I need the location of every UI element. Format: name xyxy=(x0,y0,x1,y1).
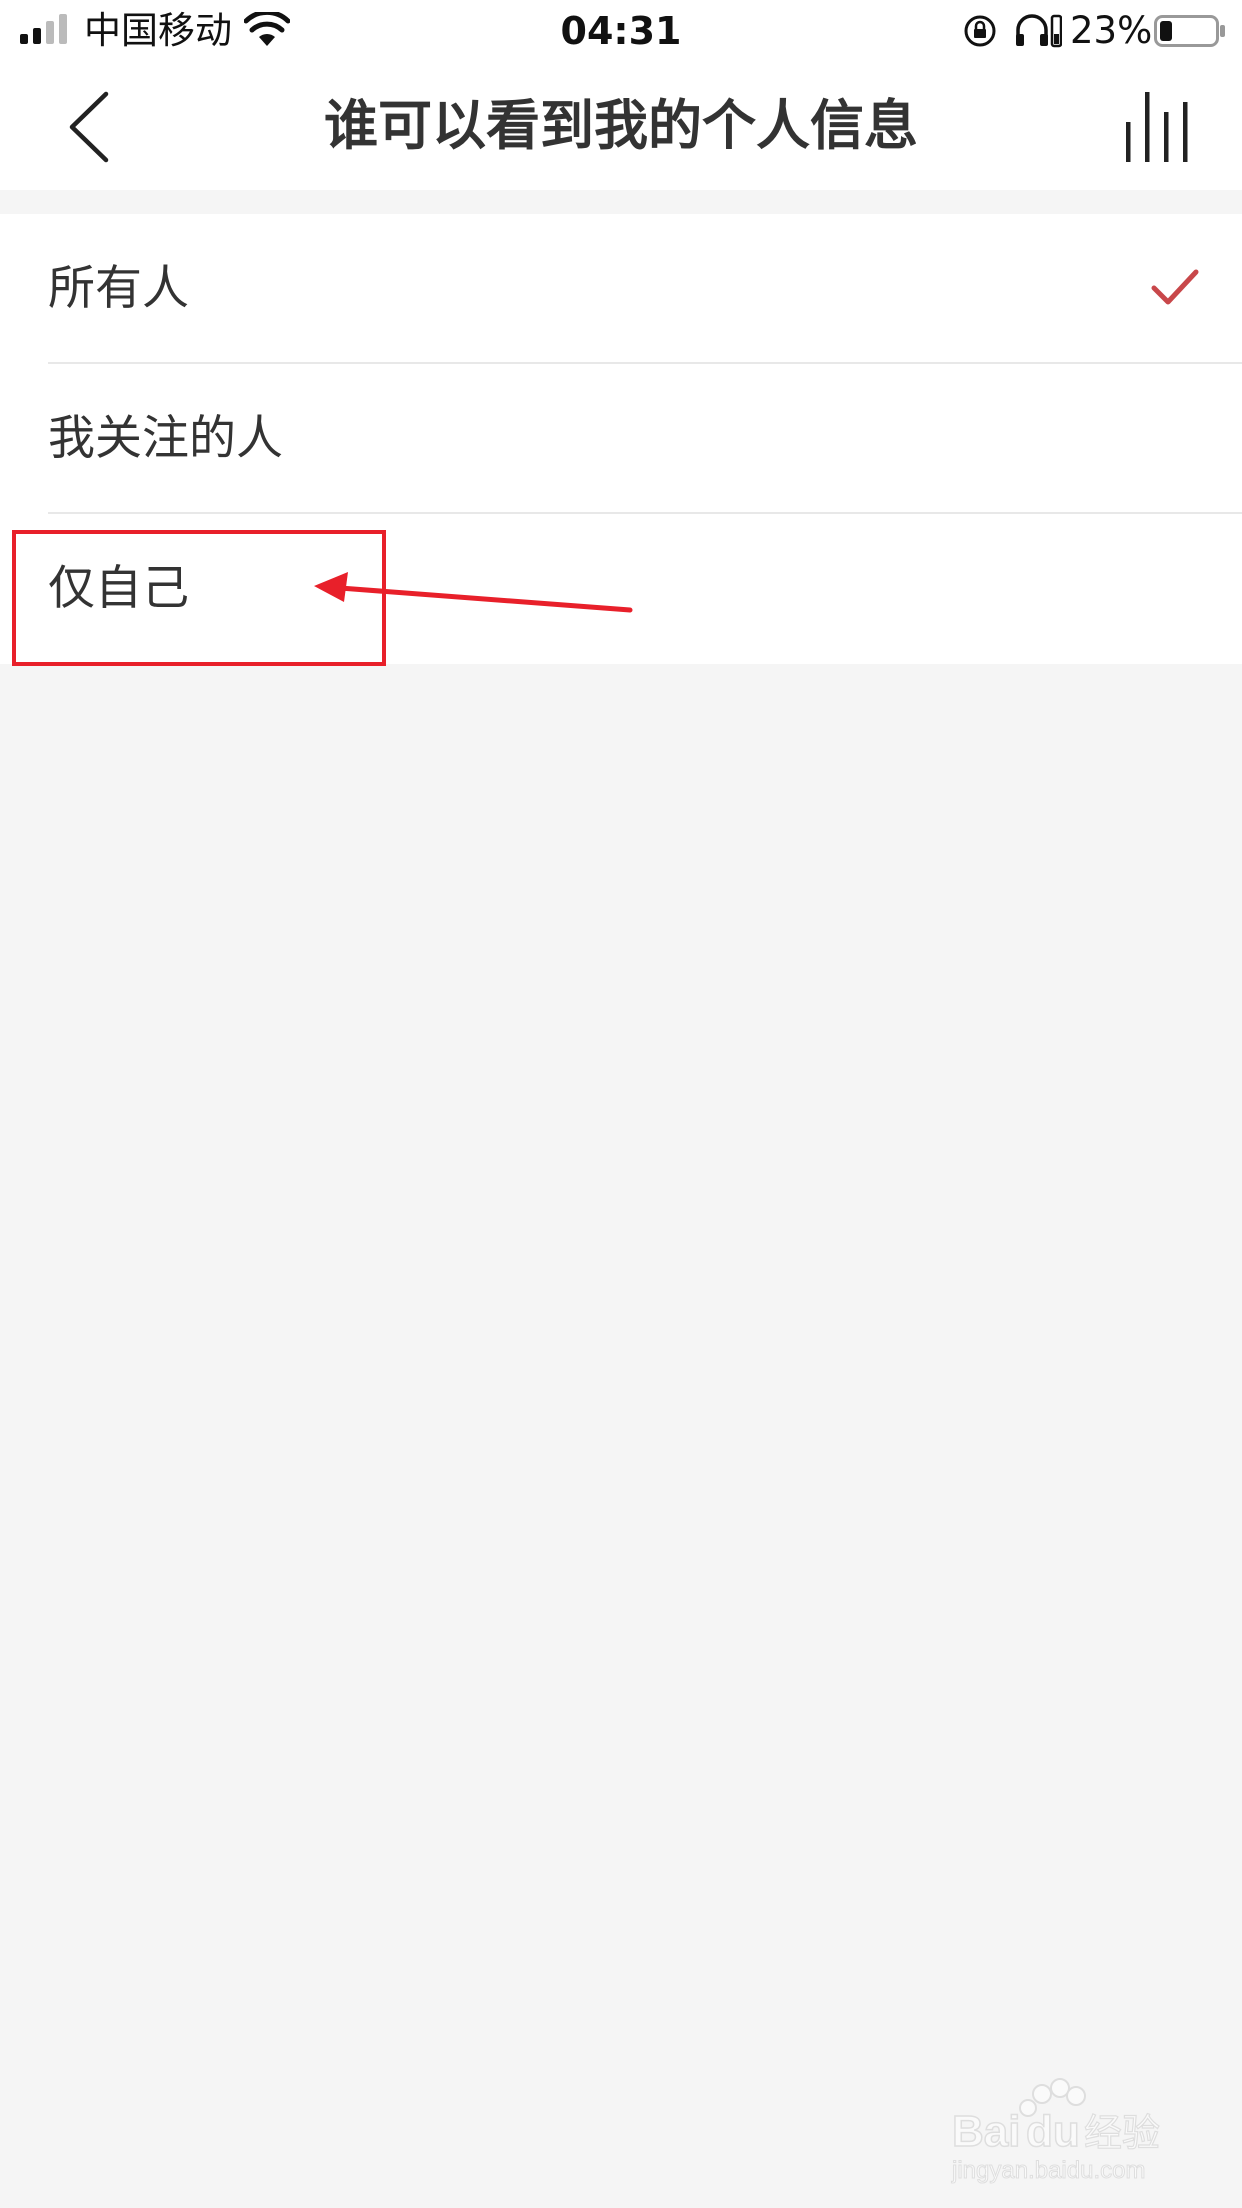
status-time: 04:31 xyxy=(560,9,682,53)
wifi-icon xyxy=(244,12,290,46)
back-chevron-icon[interactable] xyxy=(64,90,120,164)
svg-text:jingyan.baidu.com: jingyan.baidu.com xyxy=(951,2157,1145,2184)
rotation-lock-icon xyxy=(964,15,996,47)
baidu-watermark-logo: Bai du 经验 jingyan.baidu.com xyxy=(950,2076,1180,2186)
svg-text:经验: 经验 xyxy=(1084,2111,1160,2155)
option-everyone[interactable]: 所有人 xyxy=(0,214,1242,364)
svg-text:du: du xyxy=(1026,2107,1080,2156)
option-label: 所有人 xyxy=(48,261,189,316)
status-bar: 中国移动 04:31 23% xyxy=(0,0,1242,62)
carrier-name: 中国移动 xyxy=(84,9,232,52)
battery-icon xyxy=(1154,15,1225,47)
svg-text:Bai: Bai xyxy=(952,2107,1020,2156)
option-label: 我关注的人 xyxy=(48,411,283,466)
headphones-icon xyxy=(1016,14,1062,48)
signal-strength-icon xyxy=(20,14,67,44)
annotation-arrow-icon xyxy=(314,572,633,613)
equalizer-bars-icon[interactable] xyxy=(1116,90,1196,164)
checkmark-icon xyxy=(1151,269,1199,305)
page-title: 谁可以看到我的个人信息 xyxy=(324,94,918,157)
option-following[interactable]: 我关注的人 xyxy=(0,364,1242,514)
battery-percent: 23% xyxy=(1070,9,1153,52)
navigation-bar: 谁可以看到我的个人信息 xyxy=(0,62,1242,190)
